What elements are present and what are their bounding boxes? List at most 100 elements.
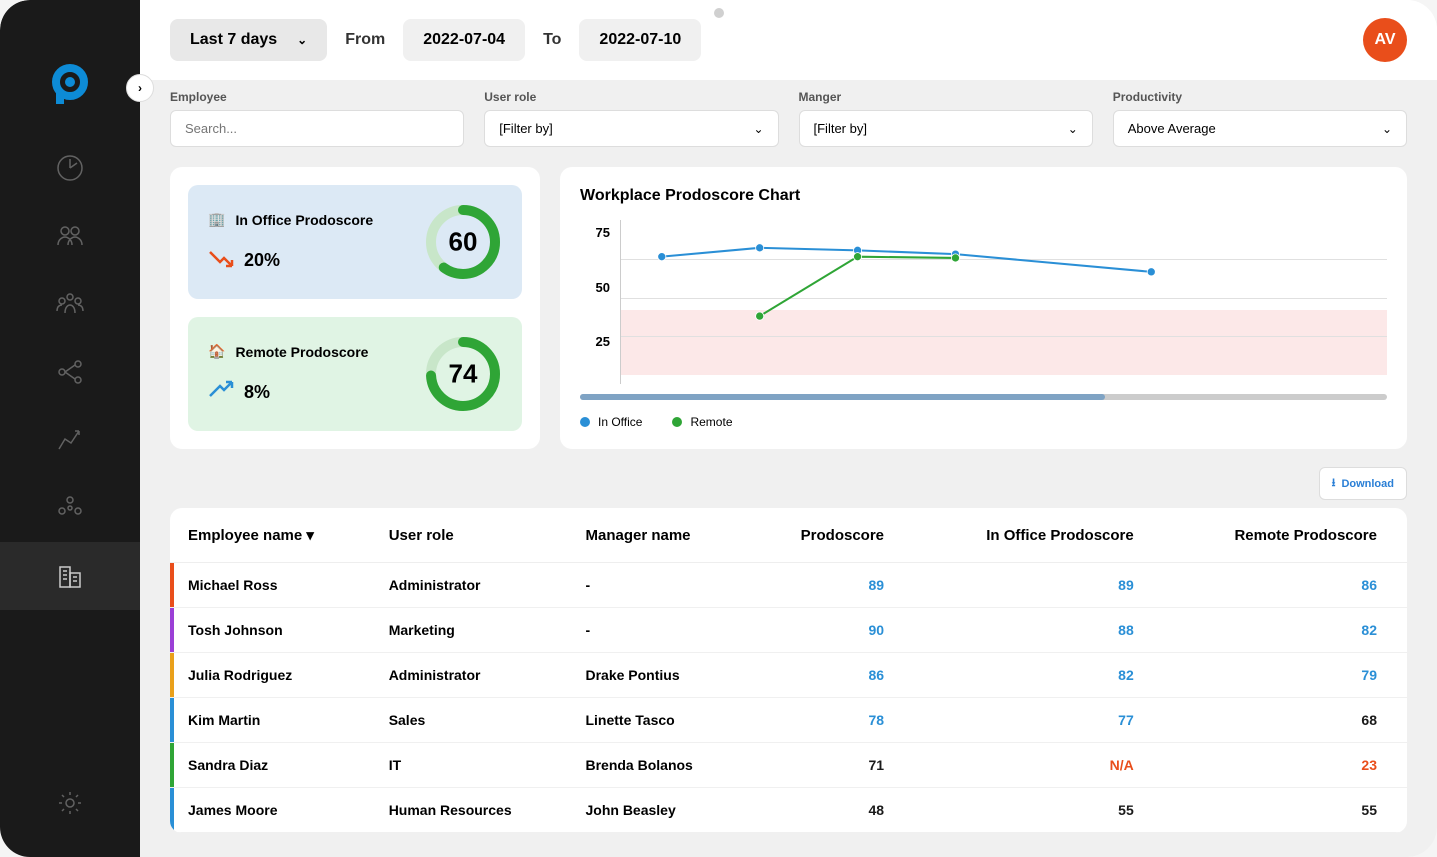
score-cards-panel: 🏢 In Office Prodoscore 20% — [170, 167, 540, 449]
filter-productivity-label: Productivity — [1113, 90, 1407, 104]
cell-remote-score: 79 — [1164, 653, 1407, 698]
role-filter-select[interactable]: [Filter by]⌄ — [484, 110, 778, 147]
office-score-donut: 60 — [424, 203, 502, 281]
cell-office-score: 88 — [914, 608, 1164, 653]
chart-title: Workplace Prodoscore Chart — [580, 187, 1387, 205]
th-user-role: User role — [375, 508, 572, 563]
cell-remote-score: 82 — [1164, 608, 1407, 653]
from-date-input[interactable]: 2022-07-04 — [403, 19, 525, 61]
cell-manager: Brenda Bolanos — [571, 743, 747, 788]
filter-employee-label: Employee — [170, 90, 464, 104]
scrollbar-thumb[interactable] — [580, 394, 1105, 400]
cell-role: Sales — [375, 698, 572, 743]
cell-manager: Drake Pontius — [571, 653, 747, 698]
cell-remote-score: 86 — [1164, 563, 1407, 608]
chart-legend: In Office Remote — [580, 415, 1387, 429]
legend-dot-icon — [672, 417, 682, 427]
cell-role: Administrator — [375, 563, 572, 608]
topbar: Last 7 days ⌄ From 2022-07-04 To 2022-07… — [140, 0, 1437, 80]
office-score-value: 60 — [449, 227, 478, 258]
productivity-filter-select[interactable]: Above Average⌄ — [1113, 110, 1407, 147]
filter-role-label: User role — [484, 90, 778, 104]
sidebar-item-settings[interactable] — [0, 769, 140, 837]
house-icon: 🏠 — [208, 343, 225, 360]
date-range-select[interactable]: Last 7 days ⌄ — [170, 19, 327, 61]
sidebar-expand-button[interactable]: › — [126, 74, 154, 102]
cell-remote-score: 55 — [1164, 788, 1407, 833]
employee-search-input[interactable] — [170, 110, 464, 147]
cell-score: 48 — [748, 788, 914, 833]
cell-score: 90 — [748, 608, 914, 653]
building-icon: 🏢 — [208, 211, 225, 228]
table-row[interactable]: James Moore Human Resources John Beasley… — [170, 788, 1407, 833]
chart-scrollbar[interactable] — [580, 394, 1387, 400]
legend-dot-icon — [580, 417, 590, 427]
office-score-change: 20% — [244, 250, 280, 271]
cell-name: Tosh Johnson — [174, 608, 375, 653]
trend-up-icon — [208, 380, 234, 405]
sidebar-item-workplace[interactable] — [0, 542, 140, 610]
filter-manager-label: Manger — [799, 90, 1093, 104]
th-prodoscore: Prodoscore — [748, 508, 914, 563]
cell-manager: John Beasley — [571, 788, 747, 833]
cell-name: Michael Ross — [174, 563, 375, 608]
download-button[interactable]: ⭳ Download — [1319, 467, 1407, 500]
chart-y-axis: 755025 — [580, 220, 620, 384]
download-row: ⭳ Download — [170, 459, 1407, 508]
y-tick: 25 — [596, 334, 610, 349]
remote-score-title: Remote Prodoscore — [235, 344, 368, 360]
chart-panel: Workplace Prodoscore Chart 755025 MonJul… — [560, 167, 1407, 449]
sidebar-item-team[interactable] — [0, 270, 140, 338]
chevron-right-icon: › — [138, 81, 142, 95]
th-remote-score: Remote Prodoscore — [1164, 508, 1407, 563]
chart-plot-area: MonJul 04TueJul 05WedJul 06ThuJul 07SunJ… — [620, 220, 1387, 384]
y-tick: 50 — [596, 280, 610, 295]
table-row[interactable]: Tosh Johnson Marketing - 90 88 82 — [170, 608, 1407, 653]
from-label: From — [345, 31, 385, 49]
table-row[interactable]: Sandra Diaz IT Brenda Bolanos 71 N/A 23 — [170, 743, 1407, 788]
device-notch — [714, 8, 724, 18]
manager-filter-select[interactable]: [Filter by]⌄ — [799, 110, 1093, 147]
table-row[interactable]: Kim Martin Sales Linette Tasco 78 77 68 — [170, 698, 1407, 743]
legend-item: Remote — [672, 415, 732, 429]
remote-score-card: 🏠 Remote Prodoscore 8% — [188, 317, 522, 431]
th-office-score: In Office Prodoscore — [914, 508, 1164, 563]
cell-manager: Linette Tasco — [571, 698, 747, 743]
to-date-input[interactable]: 2022-07-10 — [579, 19, 701, 61]
filter-bar: Employee User role [Filter by]⌄ Manger [… — [140, 80, 1437, 167]
legend-item: In Office — [580, 415, 642, 429]
chevron-down-icon: ⌄ — [297, 33, 307, 47]
remote-score-value: 74 — [449, 359, 478, 390]
user-avatar[interactable]: AV — [1363, 18, 1407, 62]
cell-office-score: 55 — [914, 788, 1164, 833]
cell-office-score: 89 — [914, 563, 1164, 608]
office-score-card: 🏢 In Office Prodoscore 20% — [188, 185, 522, 299]
sidebar-item-users[interactable] — [0, 202, 140, 270]
office-score-title: In Office Prodoscore — [235, 212, 373, 228]
th-employee-name[interactable]: Employee name ▾ — [174, 508, 375, 563]
cell-role: Marketing — [375, 608, 572, 653]
brand-logo — [48, 60, 92, 104]
remote-score-donut: 74 — [424, 335, 502, 413]
chevron-down-icon: ⌄ — [753, 122, 763, 136]
cell-score: 86 — [748, 653, 914, 698]
cell-name: Sandra Diaz — [174, 743, 375, 788]
th-manager: Manager name — [571, 508, 747, 563]
sidebar-item-modules[interactable] — [0, 474, 140, 542]
cell-manager: - — [571, 608, 747, 653]
cell-office-score: 82 — [914, 653, 1164, 698]
sidebar-item-dashboard[interactable] — [0, 134, 140, 202]
sidebar — [0, 0, 140, 857]
table-row[interactable]: Julia Rodriguez Administrator Drake Pont… — [170, 653, 1407, 698]
cell-remote-score: 23 — [1164, 743, 1407, 788]
download-icon: ⭳ — [1332, 474, 1336, 493]
sidebar-item-network[interactable] — [0, 338, 140, 406]
date-range-label: Last 7 days — [190, 31, 277, 49]
chevron-down-icon: ⌄ — [1068, 122, 1078, 136]
employee-table: Employee name ▾ User role Manager name P… — [170, 508, 1407, 833]
sidebar-item-analytics[interactable] — [0, 406, 140, 474]
table-row[interactable]: Michael Ross Administrator - 89 89 86 — [170, 563, 1407, 608]
chevron-down-icon: ⌄ — [1382, 122, 1392, 136]
cell-name: Kim Martin — [174, 698, 375, 743]
cell-remote-score: 68 — [1164, 698, 1407, 743]
